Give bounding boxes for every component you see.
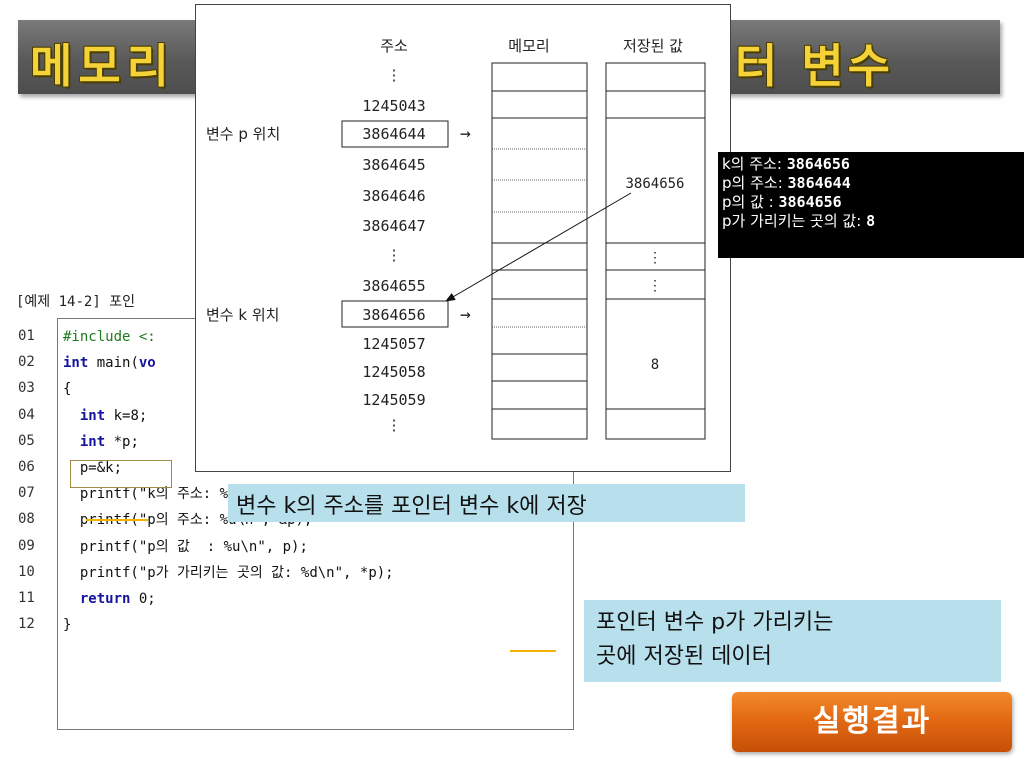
run-result-button[interactable]: 실행결과 — [732, 692, 1012, 752]
p-stored-value: 3864656 — [625, 176, 684, 192]
code-text: *p; — [105, 433, 139, 450]
console-label: p의 값 : — [722, 193, 779, 211]
console-line: p의 값 : 3864656 — [722, 193, 842, 211]
address-cell: 1245059 — [362, 391, 425, 409]
line-number: 12 — [18, 616, 35, 633]
console-label: k의 주소: — [722, 155, 787, 173]
p-location-label: 변수 p 위치 — [206, 125, 280, 143]
line-number: 05 — [18, 432, 35, 449]
console-label: p의 주소: — [722, 174, 788, 192]
code-text: printf("p가 가리키는 곳의 값: %d\n", *p); — [63, 564, 394, 581]
console-line: k의 주소: 3864656 — [722, 155, 850, 173]
address-cell: 3864656 — [362, 306, 425, 324]
code-keyword: int — [63, 433, 106, 450]
code-text: main( — [88, 355, 139, 372]
k-location-label: 변수 k 위치 — [206, 306, 279, 324]
callout-line: 포인터 변수 p가 가리키는 — [596, 610, 834, 635]
console-value: 3864656 — [786, 155, 850, 173]
console-value: 3864644 — [787, 174, 851, 192]
line-number: 04 — [18, 406, 35, 423]
memory-diagram: 주소 메모리 저장된 값 ⋮ 1245043 3864644 3864645 3… — [195, 4, 731, 472]
code-preprocessor: #include <: — [63, 329, 156, 345]
memory-byte-dividers — [492, 148, 587, 328]
example-caption: [예제 14-2] 포인 — [16, 294, 135, 310]
console-line: p의 주소: 3864644 — [722, 174, 851, 192]
line-number: 08 — [18, 511, 35, 528]
pointer-arrow — [445, 192, 632, 302]
address-ellipsis: ⋮ — [387, 246, 402, 264]
code-text: } — [63, 617, 72, 634]
address-assign-underline — [86, 519, 148, 521]
line-number: 03 — [18, 380, 35, 397]
header-address: 주소 — [380, 37, 408, 55]
dereference-underline — [510, 650, 556, 652]
line-number: 02 — [18, 354, 35, 371]
address-cell: 1245057 — [362, 335, 425, 353]
console-line: p가 가리키는 곳의 값: 8 — [722, 212, 875, 230]
pointer-declaration-highlight — [70, 460, 172, 488]
code-text: 0; — [130, 590, 156, 607]
callout-line: 곳에 저장된 데이터 — [596, 644, 772, 669]
code-line: return 0; — [63, 586, 569, 612]
slide-title-right: 터 변수 — [735, 39, 894, 93]
code-text: k=8; — [105, 407, 148, 424]
dereference-callout: 포인터 변수 p가 가리키는 곳에 저장된 데이터 — [584, 600, 1001, 682]
address-cell: 3864644 — [362, 125, 425, 143]
code-keyword: vo — [138, 355, 156, 372]
address-cell: 1245043 — [362, 97, 425, 115]
stored-ellipsis: ⋮ — [648, 250, 662, 266]
address-cell: 3864647 — [362, 217, 425, 235]
address-cell: 3864646 — [362, 187, 425, 205]
header-stored-value: 저장된 값 — [623, 37, 683, 55]
console-label: p가 가리키는 곳의 값: — [722, 212, 867, 230]
address-cell: 3864645 — [362, 156, 425, 174]
address-cell: 1245058 — [362, 363, 425, 381]
line-number: 06 — [18, 458, 35, 475]
k-arrow: → — [460, 304, 471, 325]
address-store-callout: 변수 k의 주소를 포인터 변수 k에 저장 — [228, 484, 745, 522]
line-number: 09 — [18, 537, 35, 554]
p-arrow: → — [460, 123, 471, 144]
code-text: { — [63, 381, 72, 398]
line-numbers: 01 02 03 04 05 06 07 08 09 10 11 12 — [18, 323, 56, 637]
header-memory: 메모리 — [508, 37, 549, 55]
code-line: } — [63, 612, 569, 638]
line-number: 07 — [18, 485, 35, 502]
console-value: 3864656 — [778, 193, 842, 211]
code-keyword: return — [63, 590, 131, 607]
stored-ellipsis: ⋮ — [648, 278, 662, 294]
code-keyword: int — [63, 355, 89, 372]
code-keyword: int — [63, 407, 106, 424]
console-value: 8 — [866, 212, 876, 230]
slide-title-left: 메모리 — [30, 39, 175, 93]
line-number: 10 — [18, 563, 35, 580]
console-output: k의 주소: 3864656 p의 주소: 3864644 p의 값 : 386… — [718, 152, 1024, 258]
line-number: 11 — [18, 589, 35, 606]
memory-column — [491, 62, 588, 440]
address-cell: 3864655 — [362, 277, 425, 295]
line-number: 01 — [18, 328, 35, 344]
address-ellipsis: ⋮ — [387, 66, 402, 84]
address-ellipsis: ⋮ — [387, 416, 402, 434]
code-line: printf("p의 값 : %u\n", p); — [63, 534, 569, 560]
code-text: printf("p의 값 : %u\n", p); — [63, 538, 308, 555]
k-stored-value: 8 — [651, 357, 659, 373]
code-line: printf("p가 가리키는 곳의 값: %d\n", *p); — [63, 560, 569, 586]
